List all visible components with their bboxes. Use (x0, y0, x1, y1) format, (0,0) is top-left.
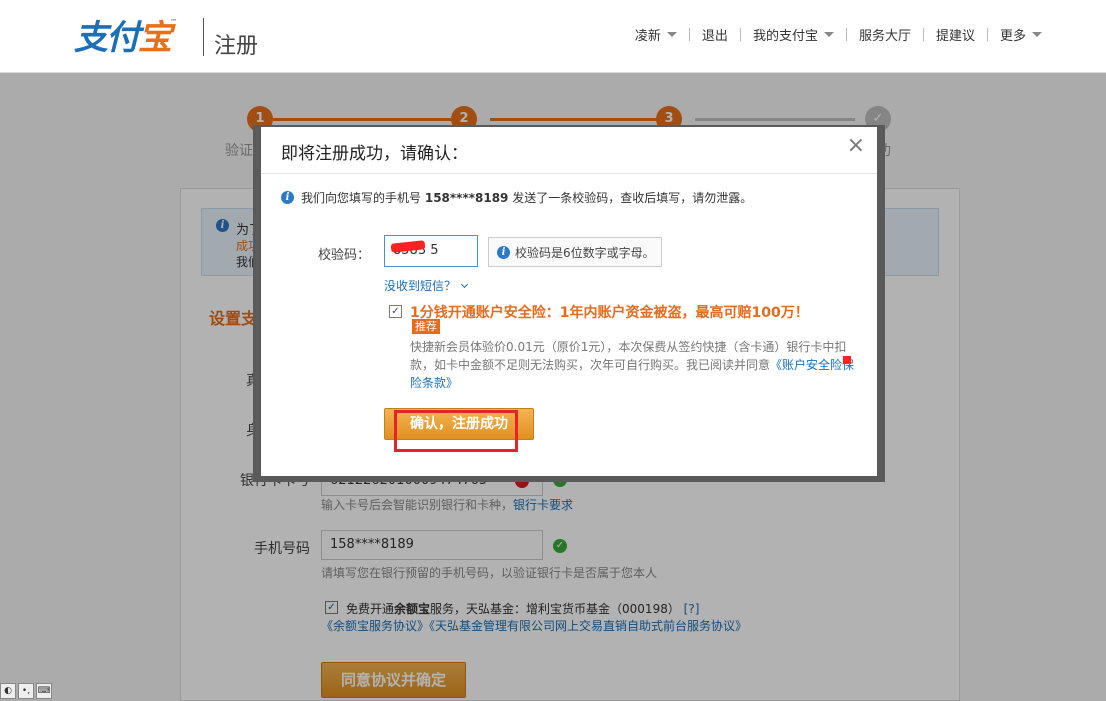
verification-code-tip: i 校验码是6位数字或字母。 (488, 237, 662, 267)
chevron-down-icon (666, 32, 677, 37)
site-header: 支付宝 ™ 注册 凌新 退出 我的支付宝 服务大厅 提建议 更多 (0, 0, 1106, 73)
chevron-down-icon (823, 32, 834, 37)
verification-code-label: 校验码： (318, 248, 371, 263)
confirm-registration-dialog: 即将注册成功，请确认： × i 我们向您填写的手机号 158****8189 发… (261, 127, 877, 476)
nav-logout-label: 退出 (701, 29, 728, 44)
info-icon: i (497, 245, 510, 259)
nav-feedback[interactable]: 提建议 (924, 25, 987, 44)
nav-logout[interactable]: 退出 (690, 25, 740, 44)
no-sms-text: 没收到短信？ (384, 279, 457, 293)
nav-feedback-label: 提建议 (935, 29, 975, 44)
chevron-down-icon (460, 280, 469, 288)
insurance-checkbox[interactable]: ✓ (389, 305, 402, 318)
logo-divider (203, 18, 204, 56)
nav-my-alipay-label: 我的支付宝 (752, 29, 818, 44)
keyboard-icon[interactable]: ⌨ (36, 683, 52, 699)
page-title: 注册 (214, 34, 259, 59)
logo-trademark: ™ (170, 18, 177, 26)
sms-sent-text: 我们向您填写的手机号 158****8189 发送了一条校验码，查收后填写，请勿… (301, 189, 752, 206)
insurance-description: 快捷新会员体验价0.01元（原价1元），本次保费从签约快捷（含卡通）银行卡中扣款… (410, 338, 856, 392)
dialog-divider (261, 173, 877, 174)
insurance-title: 1分钱开通账户安全险：1年内账户资金被盗，最高可赔100万！ (410, 305, 809, 321)
logo-text-accent: 宝 (138, 17, 172, 58)
nav-more[interactable]: 更多 (988, 25, 1054, 44)
ime-mode-icon[interactable]: ◐ (0, 683, 16, 699)
red-annotation-mark (843, 356, 851, 364)
top-nav: 凌新 退出 我的支付宝 服务大厅 提建议 更多 (623, 25, 1054, 44)
sms-sent-phone: 158****8189 (424, 191, 509, 205)
close-icon[interactable]: × (847, 133, 865, 158)
verification-code-tip-text: 校验码是6位数字或字母。 (515, 245, 655, 260)
nav-user-label: 凌新 (634, 29, 661, 44)
no-sms-link[interactable]: 没收到短信？ (384, 277, 469, 294)
nav-service-hall[interactable]: 服务大厅 (847, 25, 923, 44)
recommend-badge: 推荐 (412, 319, 440, 334)
input-method-tray: ◐ •, ⌨ (0, 683, 52, 699)
alipay-logo[interactable]: 支付宝 ™ (74, 14, 177, 58)
sms-sent-prefix: 我们向您填写的手机号 (301, 191, 422, 205)
chevron-down-icon (1032, 32, 1042, 37)
nav-user[interactable]: 凌新 (623, 25, 689, 44)
info-icon: i (281, 191, 294, 204)
nav-service-hall-label: 服务大厅 (858, 29, 911, 44)
logo-text-main: 支付 (74, 17, 140, 58)
dialog-title: 即将注册成功，请确认： (281, 144, 468, 164)
ime-punct-icon[interactable]: •, (18, 683, 34, 699)
nav-more-label: 更多 (999, 29, 1026, 44)
sms-sent-notice: i 我们向您填写的手机号 158****8189 发送了一条校验码，查收后填写，… (281, 189, 752, 206)
sms-sent-suffix: 发送了一条校验码，查收后填写，请勿泄露。 (512, 191, 753, 205)
highlight-annotation-box (394, 410, 518, 452)
nav-my-alipay[interactable]: 我的支付宝 (741, 25, 846, 44)
